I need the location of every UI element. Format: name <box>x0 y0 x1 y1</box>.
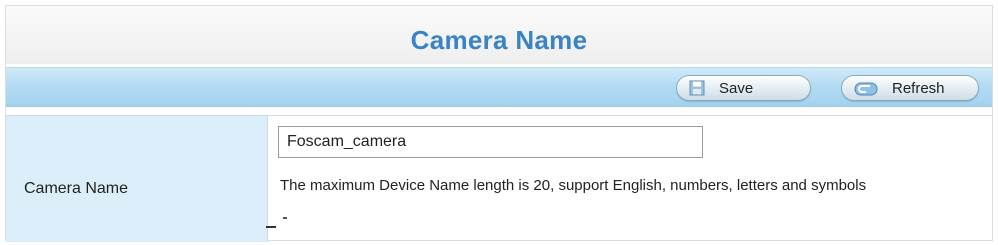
toolbar: Save Refresh <box>6 67 992 107</box>
text-cursor <box>266 226 276 228</box>
title-bar: Camera Name <box>6 6 992 64</box>
dash-mark <box>283 217 287 219</box>
camera-name-input[interactable] <box>278 126 703 158</box>
row-value-cell: The maximum Device Name length is 20, su… <box>266 115 992 242</box>
page-title: Camera Name <box>410 24 588 55</box>
camera-name-row: Camera Name The maximum Device Name leng… <box>6 115 992 242</box>
refresh-button-label: Refresh <box>892 79 945 97</box>
camera-name-panel: Camera Name Save Refresh Camera Name The… <box>5 5 993 242</box>
refresh-icon <box>854 82 878 96</box>
camera-name-hint: The maximum Device Name length is 20, su… <box>280 177 867 194</box>
camera-name-label: Camera Name <box>24 180 129 197</box>
save-button[interactable]: Save <box>676 75 811 101</box>
refresh-button[interactable]: Refresh <box>841 75 979 101</box>
save-button-label: Save <box>719 79 754 97</box>
save-icon <box>689 80 705 96</box>
row-label-cell: Camera Name <box>6 115 268 242</box>
